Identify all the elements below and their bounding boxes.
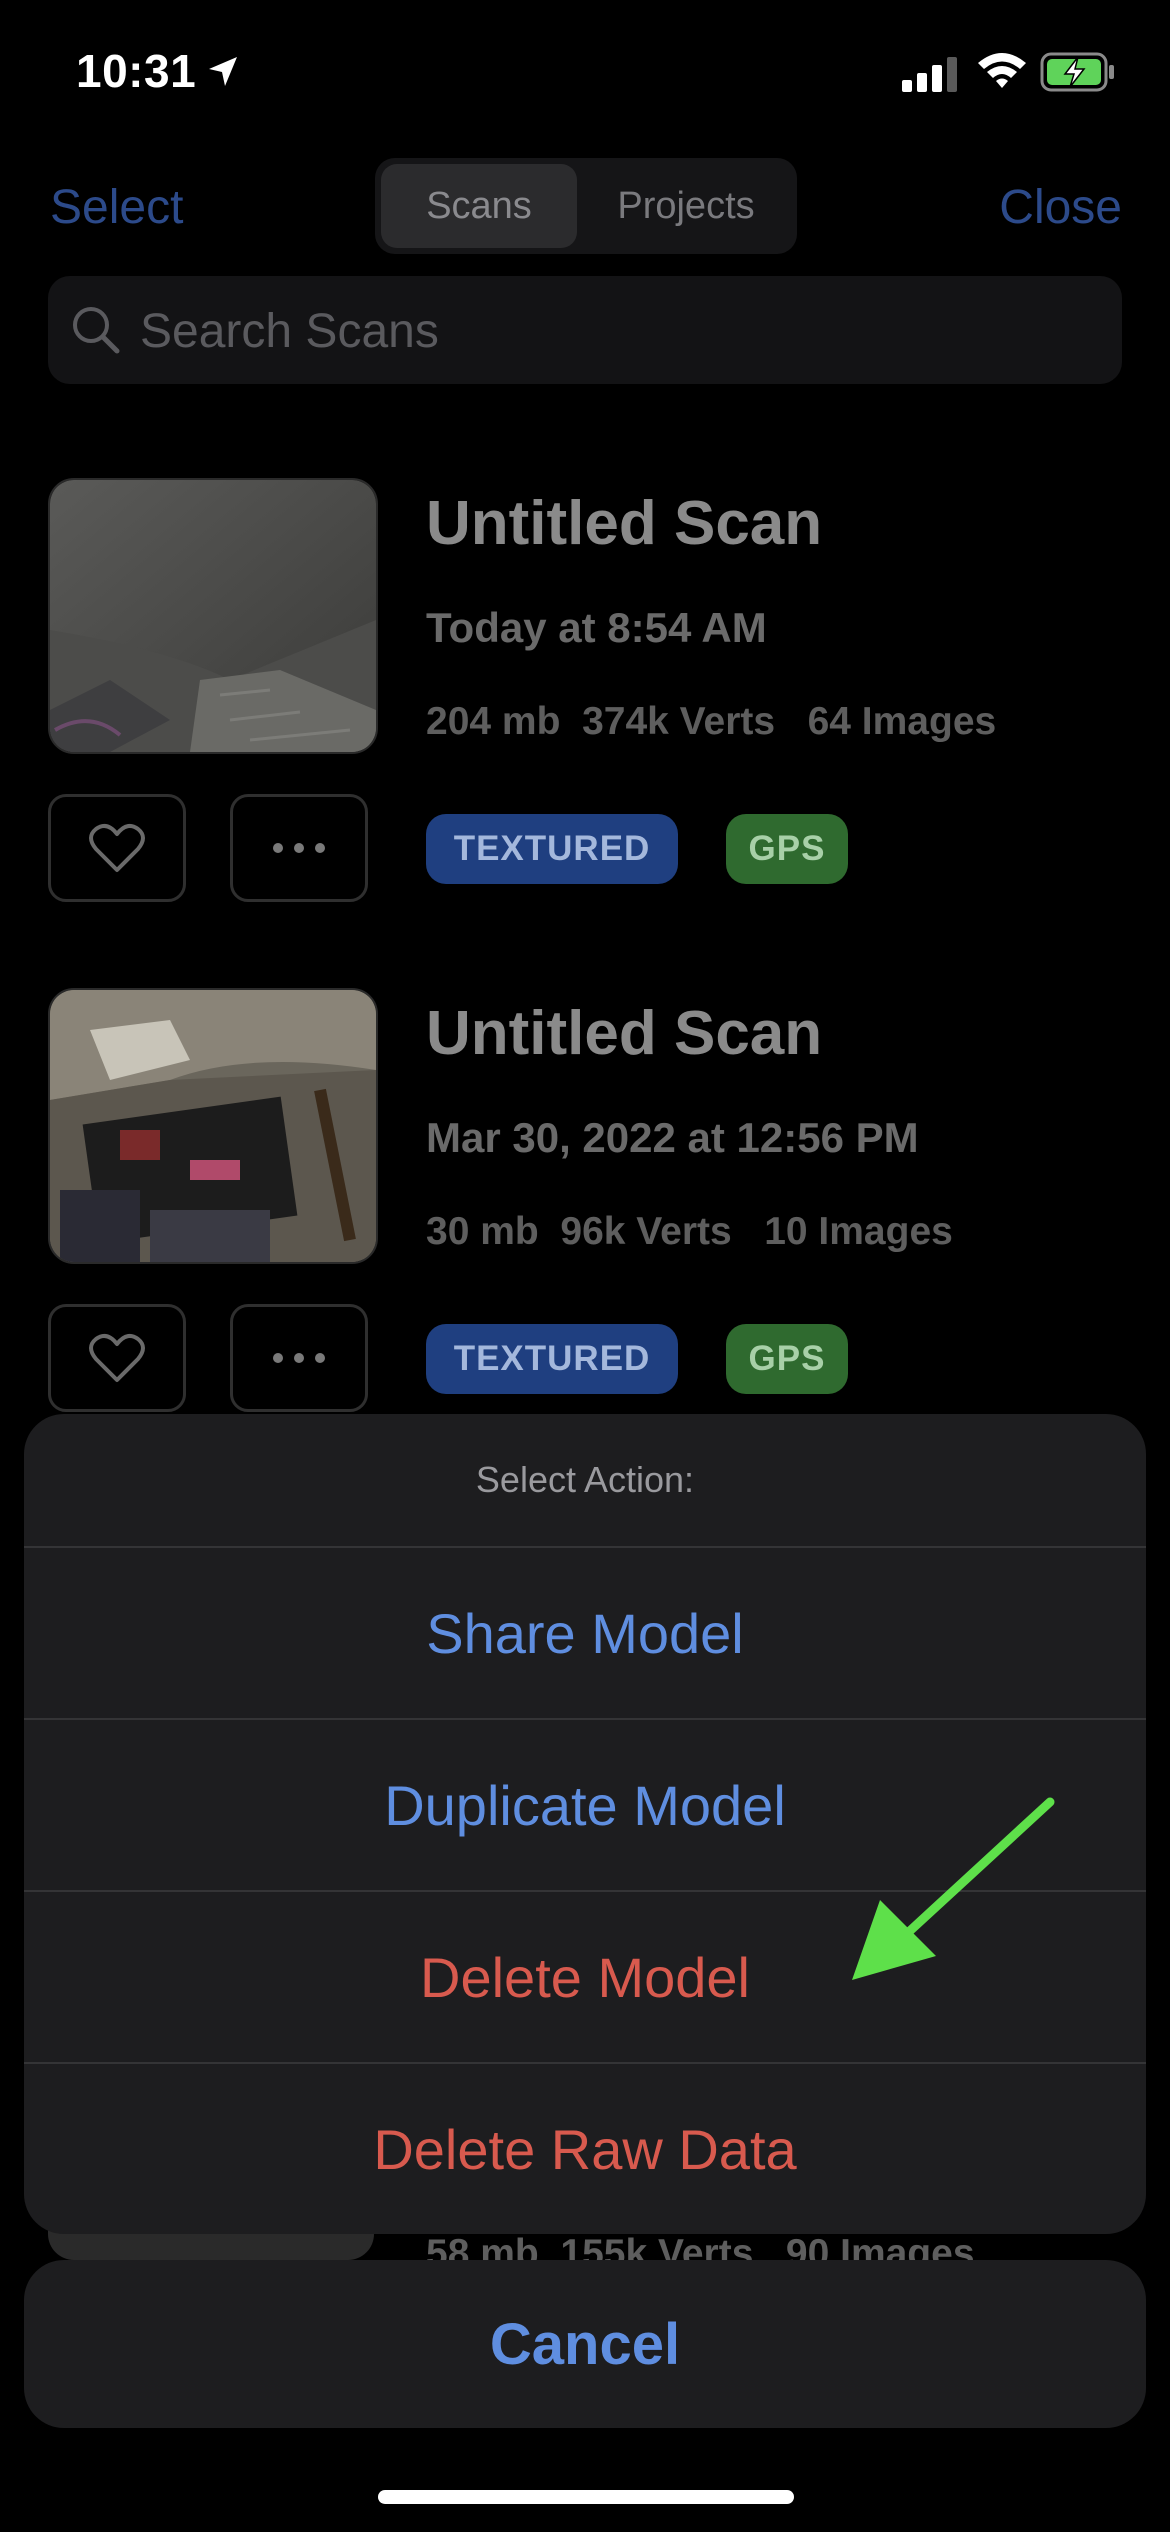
location-arrow-icon: [209, 57, 237, 86]
scan-stats: 204 mb 374k Verts 64 Images: [426, 700, 997, 743]
textured-badge: TEXTURED: [426, 1324, 678, 1394]
scan-title: Untitled Scan: [426, 489, 823, 558]
favorite-button[interactable]: [48, 1304, 186, 1412]
action-sheet-title: Select Action:: [475, 1459, 695, 1500]
cellular-signal-icon: [902, 57, 957, 92]
scan-thumbnail[interactable]: [48, 988, 378, 1264]
tab-projects[interactable]: Projects: [581, 164, 791, 248]
more-options-button[interactable]: [230, 794, 368, 902]
heart-icon: [89, 1333, 145, 1382]
status-time: 10:31: [76, 45, 197, 97]
gps-badge: GPS: [726, 1324, 848, 1394]
scan-thumbnail-image: [50, 990, 376, 1262]
textured-badge: TEXTURED: [426, 814, 678, 884]
scan-stats: 30 mb 96k Verts 10 Images: [426, 1210, 953, 1253]
search-icon: [73, 307, 120, 354]
scan-date: Mar 30, 2022 at 12:56 PM: [426, 1114, 919, 1161]
search-bar[interactable]: [48, 276, 1122, 384]
wifi-icon: [978, 53, 1026, 88]
home-indicator: [378, 2490, 794, 2504]
cancel-button[interactable]: Cancel: [24, 2260, 1146, 2428]
scan-thumbnail-image: [50, 480, 376, 752]
favorite-button[interactable]: [48, 794, 186, 902]
close-button[interactable]: Close: [999, 180, 1122, 235]
scan-thumbnail[interactable]: [48, 478, 378, 754]
scan-date: Today at 8:54 AM: [426, 604, 767, 651]
ellipsis-icon: [273, 1353, 325, 1363]
ellipsis-icon: [273, 843, 325, 853]
delete-raw-data-button[interactable]: Delete Raw Data: [24, 2062, 1146, 2234]
scan-title: Untitled Scan: [426, 999, 823, 1068]
heart-icon: [89, 823, 145, 872]
search-input[interactable]: [138, 298, 1042, 364]
share-model-button[interactable]: Share Model: [24, 1546, 1146, 1718]
scans-projects-segmented-control: Scans Projects: [375, 158, 797, 254]
gps-badge: GPS: [726, 814, 848, 884]
more-options-button[interactable]: [230, 1304, 368, 1412]
tab-scans[interactable]: Scans: [381, 164, 577, 248]
annotation-arrow-icon: [852, 1797, 1055, 1980]
battery-charging-icon: [1040, 52, 1114, 92]
select-button[interactable]: Select: [50, 180, 183, 235]
